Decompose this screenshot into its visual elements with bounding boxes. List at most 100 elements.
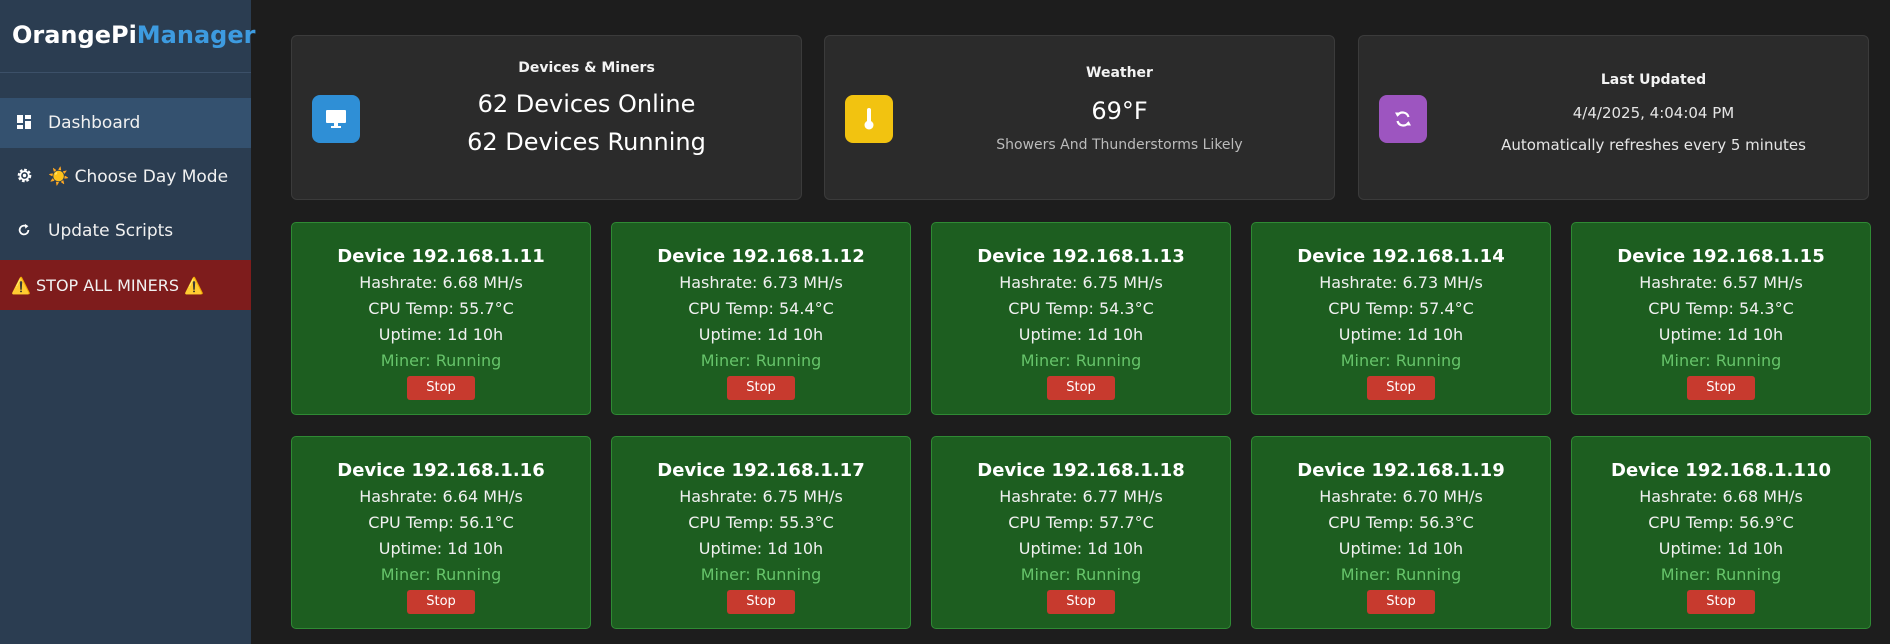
device-card: Device 192.168.1.16 Hashrate: 6.64 MH/s … bbox=[291, 436, 591, 629]
last-updated-card: Last Updated 4/4/2025, 4:04:04 PM Automa… bbox=[1358, 35, 1869, 200]
stop-miner-button[interactable]: Stop bbox=[407, 590, 475, 614]
device-title: Device 192.168.1.18 bbox=[977, 460, 1185, 481]
device-title: Device 192.168.1.17 bbox=[657, 460, 865, 481]
sidebar-item-label: ⚠️ STOP ALL MINERS ⚠️ bbox=[11, 275, 205, 295]
device-hashrate: Hashrate: 6.68 MH/s bbox=[1639, 487, 1803, 506]
sidebar: OrangePiManager Dashboard ☀️ Choose Day … bbox=[0, 0, 255, 644]
sidebar-item-label: Dashboard bbox=[48, 113, 141, 133]
device-hashrate: Hashrate: 6.73 MH/s bbox=[679, 273, 843, 292]
device-cpu-temp: CPU Temp: 55.3°C bbox=[688, 513, 834, 532]
device-card: Device 192.168.1.19 Hashrate: 6.70 MH/s … bbox=[1251, 436, 1551, 629]
stop-miner-button[interactable]: Stop bbox=[1687, 376, 1755, 400]
stop-miner-button[interactable]: Stop bbox=[1687, 590, 1755, 614]
miner-status: Miner: Running bbox=[1660, 351, 1782, 370]
device-cpu-temp: CPU Temp: 54.3°C bbox=[1008, 299, 1154, 318]
dashboard-icon bbox=[14, 114, 34, 133]
miner-status: Miner: Running bbox=[700, 351, 822, 370]
stop-all-miners-button[interactable]: ⚠️ STOP ALL MINERS ⚠️ bbox=[0, 260, 251, 310]
devices-summary-title: Devices & Miners bbox=[518, 60, 655, 76]
logo-text-orangepi: OrangePi bbox=[12, 21, 137, 49]
weather-temperature: 69°F bbox=[1091, 97, 1148, 125]
device-cpu-temp: CPU Temp: 57.4°C bbox=[1328, 299, 1474, 318]
refresh-icon bbox=[14, 222, 34, 241]
weather-description: Showers And Thunderstorms Likely bbox=[996, 137, 1243, 153]
miner-status: Miner: Running bbox=[380, 565, 502, 584]
gear-icon bbox=[14, 167, 34, 188]
device-uptime: Uptime: 1d 10h bbox=[1018, 539, 1144, 558]
device-card: Device 192.168.1.12 Hashrate: 6.73 MH/s … bbox=[611, 222, 911, 415]
sync-icon bbox=[1379, 95, 1427, 143]
sidebar-item-update-scripts[interactable]: Update Scripts bbox=[0, 206, 251, 256]
device-cpu-temp: CPU Temp: 54.4°C bbox=[688, 299, 834, 318]
device-hashrate: Hashrate: 6.57 MH/s bbox=[1639, 273, 1803, 292]
sidebar-item-dashboard[interactable]: Dashboard bbox=[0, 98, 251, 148]
sidebar-nav: Dashboard ☀️ Choose Day Mode Update Scri… bbox=[0, 98, 251, 310]
sidebar-item-day-mode[interactable]: ☀️ Choose Day Mode bbox=[0, 152, 251, 202]
device-uptime: Uptime: 1d 10h bbox=[378, 539, 504, 558]
device-uptime: Uptime: 1d 10h bbox=[698, 539, 824, 558]
weather-body: Weather 69°F Showers And Thunderstorms L… bbox=[905, 36, 1334, 199]
device-hashrate: Hashrate: 6.77 MH/s bbox=[999, 487, 1163, 506]
device-cpu-temp: CPU Temp: 56.1°C bbox=[368, 513, 514, 532]
miner-status: Miner: Running bbox=[380, 351, 502, 370]
last-updated-body: Last Updated 4/4/2025, 4:04:04 PM Automa… bbox=[1439, 36, 1868, 199]
device-cpu-temp: CPU Temp: 56.9°C bbox=[1648, 513, 1794, 532]
stop-miner-button[interactable]: Stop bbox=[1367, 376, 1435, 400]
device-card: Device 192.168.1.15 Hashrate: 6.57 MH/s … bbox=[1571, 222, 1871, 415]
device-card: Device 192.168.1.18 Hashrate: 6.77 MH/s … bbox=[931, 436, 1231, 629]
thermometer-icon bbox=[845, 95, 893, 143]
device-cpu-temp: CPU Temp: 56.3°C bbox=[1328, 513, 1474, 532]
device-card: Device 192.168.1.11 Hashrate: 6.68 MH/s … bbox=[291, 222, 591, 415]
main-content: Devices & Miners 62 Devices Online 62 De… bbox=[251, 0, 1890, 644]
device-hashrate: Hashrate: 6.75 MH/s bbox=[679, 487, 843, 506]
sidebar-item-label: Update Scripts bbox=[48, 221, 174, 241]
app-logo: OrangePiManager bbox=[0, 0, 255, 73]
stop-miner-button[interactable]: Stop bbox=[1047, 590, 1115, 614]
device-hashrate: Hashrate: 6.75 MH/s bbox=[999, 273, 1163, 292]
device-hashrate: Hashrate: 6.70 MH/s bbox=[1319, 487, 1483, 506]
last-updated-title: Last Updated bbox=[1600, 72, 1707, 88]
logo-text-manager: Manager bbox=[136, 21, 256, 49]
miner-status: Miner: Running bbox=[700, 565, 822, 584]
device-title: Device 192.168.1.11 bbox=[337, 246, 545, 267]
device-title: Device 192.168.1.12 bbox=[657, 246, 865, 267]
device-title: Device 192.168.1.16 bbox=[337, 460, 545, 481]
devices-running-count: 62 Devices Running bbox=[467, 128, 706, 156]
miner-status: Miner: Running bbox=[1020, 565, 1142, 584]
devices-summary-card: Devices & Miners 62 Devices Online 62 De… bbox=[291, 35, 802, 200]
device-title: Device 192.168.1.14 bbox=[1297, 246, 1505, 267]
device-uptime: Uptime: 1d 10h bbox=[698, 325, 824, 344]
device-title: Device 192.168.1.15 bbox=[1617, 246, 1825, 267]
device-uptime: Uptime: 1d 10h bbox=[1338, 325, 1464, 344]
weather-card: Weather 69°F Showers And Thunderstorms L… bbox=[824, 35, 1335, 200]
device-title: Device 192.168.1.19 bbox=[1297, 460, 1505, 481]
device-hashrate: Hashrate: 6.68 MH/s bbox=[359, 273, 523, 292]
stop-miner-button[interactable]: Stop bbox=[1367, 590, 1435, 614]
device-card: Device 192.168.1.13 Hashrate: 6.75 MH/s … bbox=[931, 222, 1231, 415]
miner-status: Miner: Running bbox=[1020, 351, 1142, 370]
stop-miner-button[interactable]: Stop bbox=[1047, 376, 1115, 400]
stop-miner-button[interactable]: Stop bbox=[727, 590, 795, 614]
stop-miner-button[interactable]: Stop bbox=[407, 376, 475, 400]
device-uptime: Uptime: 1d 10h bbox=[1018, 325, 1144, 344]
device-card: Device 192.168.1.17 Hashrate: 6.75 MH/s … bbox=[611, 436, 911, 629]
device-uptime: Uptime: 1d 10h bbox=[1338, 539, 1464, 558]
device-card: Device 192.168.1.110 Hashrate: 6.68 MH/s… bbox=[1571, 436, 1871, 629]
device-uptime: Uptime: 1d 10h bbox=[378, 325, 504, 344]
device-title: Device 192.168.1.110 bbox=[1611, 460, 1831, 481]
sidebar-item-label: ☀️ Choose Day Mode bbox=[48, 167, 229, 187]
refresh-note: Automatically refreshes every 5 minutes bbox=[1501, 136, 1806, 154]
miner-status: Miner: Running bbox=[1660, 565, 1782, 584]
device-cpu-temp: CPU Temp: 55.7°C bbox=[368, 299, 514, 318]
last-updated-time: 4/4/2025, 4:04:04 PM bbox=[1572, 104, 1735, 122]
device-uptime: Uptime: 1d 10h bbox=[1658, 539, 1784, 558]
device-hashrate: Hashrate: 6.73 MH/s bbox=[1319, 273, 1483, 292]
miner-status: Miner: Running bbox=[1340, 351, 1462, 370]
monitor-icon bbox=[312, 95, 360, 143]
device-uptime: Uptime: 1d 10h bbox=[1658, 325, 1784, 344]
miner-status: Miner: Running bbox=[1340, 565, 1462, 584]
stop-miner-button[interactable]: Stop bbox=[727, 376, 795, 400]
weather-title: Weather bbox=[1086, 65, 1153, 81]
device-cpu-temp: CPU Temp: 54.3°C bbox=[1648, 299, 1794, 318]
devices-online-count: 62 Devices Online bbox=[477, 90, 696, 118]
